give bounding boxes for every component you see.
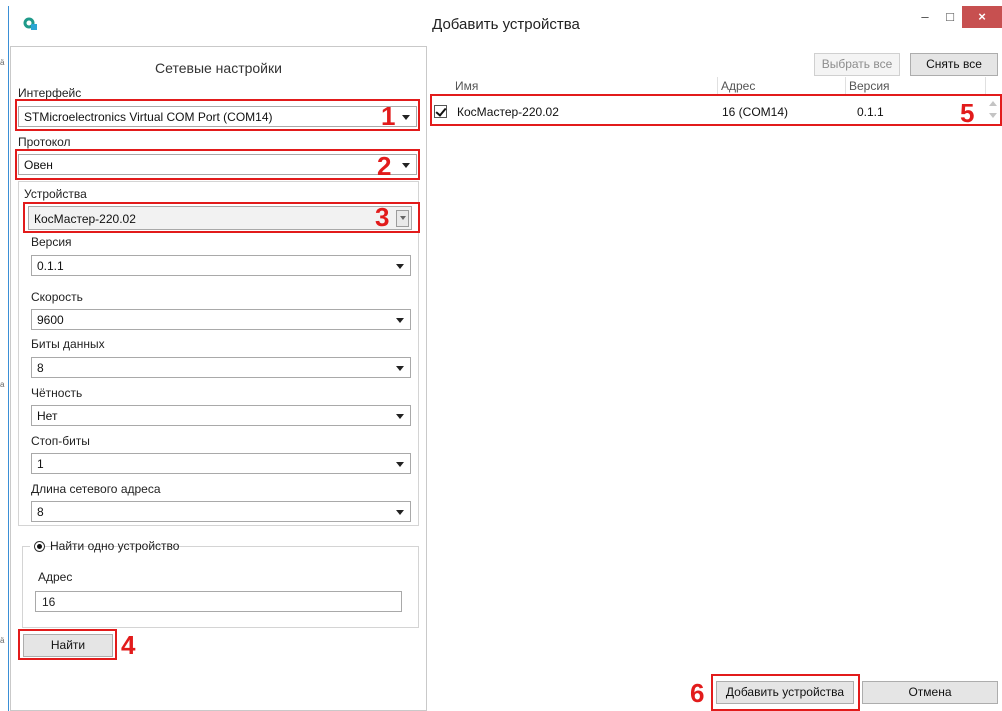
address-input[interactable]: 16 <box>35 591 402 612</box>
stop-bits-label: Стоп-биты <box>31 434 90 448</box>
callout-3-number: 3 <box>375 202 390 232</box>
find-one-device-group <box>22 546 419 628</box>
callout-5-number: 5 <box>960 98 975 128</box>
column-header-name[interactable]: Имя <box>452 77 718 95</box>
speed-value: 9600 <box>37 313 64 327</box>
chevron-down-icon <box>396 462 404 467</box>
stop-bits-select[interactable]: 1 <box>31 453 411 474</box>
address-label: Адрес <box>38 570 73 584</box>
window-title: Добавить устройства <box>432 16 580 33</box>
column-header-address[interactable]: Адрес <box>718 77 846 95</box>
callout-2-number: 2 <box>377 151 392 181</box>
interface-label: Интерфейс <box>18 86 82 100</box>
column-header-version[interactable]: Версия <box>846 77 986 95</box>
callout-4-number: 4 <box>121 630 136 660</box>
chevron-down-icon <box>396 414 404 419</box>
background-edge-mark: a <box>0 380 5 389</box>
callout-1-number: 1 <box>381 101 396 131</box>
data-bits-value: 8 <box>37 361 44 375</box>
network-settings-title: Сетевые настройки <box>155 60 282 76</box>
address-length-label: Длина сетевого адреса <box>31 482 161 496</box>
chevron-down-icon <box>396 318 404 323</box>
background-edge-mark: ä <box>0 636 5 645</box>
protocol-label: Протокол <box>18 135 71 149</box>
radio-selected-icon[interactable] <box>34 541 45 552</box>
callout-6-number: 6 <box>690 678 705 708</box>
callout-3-box <box>23 202 420 233</box>
cancel-button[interactable]: Отмена <box>862 681 998 704</box>
data-bits-label: Биты данных <box>31 337 105 351</box>
find-mode-label: Найти одно устройство <box>50 539 180 553</box>
parity-label: Чётность <box>31 386 83 400</box>
deselect-all-button[interactable]: Снять все <box>910 53 998 76</box>
select-all-button[interactable]: Выбрать все <box>814 53 900 76</box>
stop-bits-value: 1 <box>37 457 44 471</box>
speed-select[interactable]: 9600 <box>31 309 411 330</box>
parity-select[interactable]: Нет <box>31 405 411 426</box>
address-length-value: 8 <box>37 505 44 519</box>
find-mode-option[interactable]: Найти одно устройство <box>30 538 179 554</box>
callout-2-box <box>15 149 420 180</box>
address-value: 16 <box>42 595 56 609</box>
version-select[interactable]: 0.1.1 <box>31 255 411 276</box>
close-button[interactable]: × <box>962 6 1002 28</box>
minimize-button[interactable]: – <box>912 6 938 28</box>
chevron-down-icon <box>396 264 404 269</box>
title-bar: Добавить устройства – □ × <box>9 6 1002 42</box>
add-devices-button[interactable]: Добавить устройства <box>716 681 854 704</box>
background-edge-mark: ä <box>0 58 5 67</box>
devices-table: Имя Адрес Версия КосМастер-220.02 16 (CO… <box>428 77 1002 677</box>
chevron-down-icon <box>396 366 404 371</box>
version-value: 0.1.1 <box>37 259 64 273</box>
callout-4-box <box>18 629 117 660</box>
parity-value: Нет <box>37 409 58 423</box>
data-bits-select[interactable]: 8 <box>31 357 411 378</box>
callout-5-box <box>430 94 1002 126</box>
maximize-button[interactable]: □ <box>937 6 963 28</box>
chevron-down-icon <box>396 510 404 515</box>
speed-label: Скорость <box>31 290 83 304</box>
version-label: Версия <box>31 235 72 249</box>
callout-1-box <box>15 99 420 131</box>
address-length-select[interactable]: 8 <box>31 501 411 522</box>
devices-label: Устройства <box>24 187 87 201</box>
